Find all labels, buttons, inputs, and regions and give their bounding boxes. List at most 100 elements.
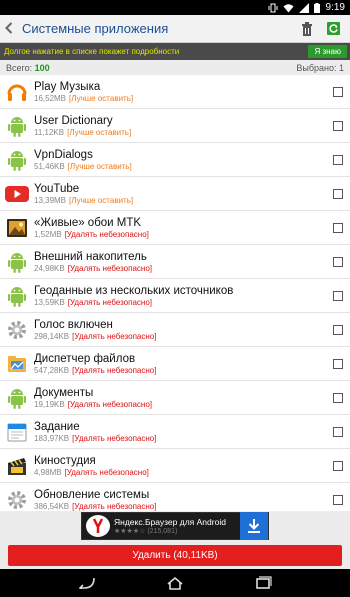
- delete-bar: Удалить (40,11KB): [0, 542, 350, 569]
- play-music-icon: [0, 75, 34, 109]
- app-name: «Живые» обои MTK: [34, 216, 142, 229]
- select-checkbox[interactable]: [333, 392, 343, 403]
- app-advice: [Лучше оставить]: [69, 195, 134, 205]
- app-size: 183,97KB: [34, 433, 70, 443]
- screen: 9:19 Системные приложения Долгое нажатие…: [0, 0, 350, 597]
- select-checkbox[interactable]: [333, 222, 343, 233]
- back-button[interactable]: [0, 21, 18, 37]
- hint-text: Долгое нажатие в списке покажет подробно…: [4, 47, 180, 56]
- android-icon: [0, 109, 34, 143]
- wallpaper-icon: [0, 211, 34, 245]
- nav-back-icon[interactable]: [78, 577, 96, 589]
- app-list: Play Музыка 16,52MB [Лучше оставить] User D…: [0, 75, 350, 517]
- file-manager-icon: [0, 347, 34, 381]
- select-checkbox[interactable]: [333, 154, 343, 165]
- list-item[interactable]: Документы 19,19KB [Удалять небезопасно]: [0, 381, 350, 415]
- app-name: Документы: [34, 386, 94, 399]
- list-item[interactable]: Диспетчер файлов 547,28KB [Удалять небезоп…: [0, 347, 350, 381]
- app-advice: [Удалять небезопасно]: [72, 501, 157, 511]
- select-checkbox[interactable]: [333, 358, 343, 369]
- app-advice: [Удалять небезопасно]: [72, 433, 157, 443]
- ad-rating: ★★★★☆ (215,081): [114, 528, 178, 535]
- app-size: 13,59KB: [34, 297, 65, 307]
- gear-icon: [0, 313, 34, 347]
- dismiss-hint-button[interactable]: Я знаю: [308, 45, 347, 58]
- select-checkbox[interactable]: [333, 494, 343, 505]
- app-size: 13,39MB: [34, 195, 67, 205]
- list-item[interactable]: Геоданные из нескольких источников 13,59K…: [0, 279, 350, 313]
- download-icon[interactable]: [240, 512, 268, 540]
- total-count: Всего: 100: [6, 62, 50, 73]
- hint-banner: Долгое нажатие в списке покажет подробно…: [0, 43, 350, 60]
- calendar-icon: [0, 415, 34, 449]
- list-item[interactable]: User Dictionary 11,12KB [Лучше оставить]: [0, 109, 350, 143]
- app-name: Геоданные из нескольких источников: [34, 284, 234, 297]
- app-name: Play Музыка: [34, 80, 101, 93]
- wifi-icon: [283, 3, 294, 12]
- battery-icon: [313, 2, 320, 13]
- select-checkbox[interactable]: [333, 460, 343, 471]
- list-item[interactable]: Киностудия 4,98MB [Удалять небезопасно]: [0, 449, 350, 483]
- vibrate-icon: [268, 3, 278, 12]
- ad-title: Яндекс.Браузер для Android: [114, 517, 226, 527]
- app-size: 298,14KB: [34, 331, 70, 341]
- app-name: User Dictionary: [34, 114, 113, 127]
- delete-button[interactable]: Удалить (40,11KB): [8, 545, 342, 566]
- select-checkbox[interactable]: [333, 426, 343, 437]
- app-size: 386,54KB: [34, 501, 70, 511]
- selected-count: Выбрано: 1: [296, 62, 344, 73]
- app-name: Внешний накопитель: [34, 250, 147, 263]
- list-item[interactable]: Внешний накопитель 24,98KB [Удалять небезо…: [0, 245, 350, 279]
- android-icon: [0, 381, 34, 415]
- select-checkbox[interactable]: [333, 120, 343, 131]
- ad-banner[interactable]: Яндекс.Браузер для Android ★★★★☆ (215,08…: [81, 512, 269, 540]
- app-advice: [Удалять небезопасно]: [64, 467, 149, 477]
- android-icon: [0, 279, 34, 313]
- nav-recents-icon[interactable]: [254, 576, 272, 590]
- list-item[interactable]: Play Музыка 16,52MB [Лучше оставить]: [0, 75, 350, 109]
- list-item[interactable]: «Живые» обои MTK 1,52MB [Удалять небезопас…: [0, 211, 350, 245]
- status-bar: 9:19: [0, 0, 350, 15]
- select-checkbox[interactable]: [333, 86, 343, 97]
- list-item[interactable]: YouTube 13,39MB [Лучше оставить]: [0, 177, 350, 211]
- app-size: 16,52MB: [34, 93, 67, 103]
- status-time: 9:19: [325, 2, 345, 13]
- app-size: 547,28KB: [34, 365, 70, 375]
- list-item[interactable]: Голос включен 298,14KB [Удалять небезопасн…: [0, 313, 350, 347]
- select-checkbox[interactable]: [333, 188, 343, 199]
- app-advice: [Лучше оставить]: [69, 93, 134, 103]
- count-bar: Всего: 100 Выбрано: 1: [0, 60, 350, 75]
- app-name: VpnDialogs: [34, 148, 93, 161]
- app-advice: [Удалять небезопасно]: [72, 365, 157, 375]
- app-name: Обновление системы: [34, 488, 150, 501]
- android-icon: [0, 143, 34, 177]
- app-advice: [Удалять небезопасно]: [67, 297, 152, 307]
- app-name: Киностудия: [34, 454, 96, 467]
- app-advice: [Удалять небезопасно]: [72, 331, 157, 341]
- android-icon: [0, 245, 34, 279]
- app-size: 51,46KB: [34, 161, 65, 171]
- film-icon: [0, 449, 34, 483]
- app-name: YouTube: [34, 182, 80, 195]
- app-advice: [Лучше оставить]: [67, 127, 132, 137]
- list-item[interactable]: Задание 183,97KB [Удалять небезопасно]: [0, 415, 350, 449]
- app-advice: [Лучше оставить]: [67, 161, 132, 171]
- trash-icon[interactable]: [301, 21, 313, 36]
- list-item[interactable]: VpnDialogs 51,46KB [Лучше оставить]: [0, 143, 350, 177]
- app-advice: [Удалять небезопасно]: [67, 263, 152, 273]
- chevron-left-icon: [5, 21, 13, 34]
- select-checkbox[interactable]: [333, 324, 343, 335]
- nav-home-icon[interactable]: [166, 576, 184, 590]
- ad-banner-area: Яндекс.Браузер для Android ★★★★☆ (215,08…: [0, 511, 350, 541]
- app-name: Диспетчер файлов: [34, 352, 136, 365]
- yandex-logo-icon: [86, 515, 110, 537]
- youtube-icon: [0, 177, 34, 211]
- refresh-icon[interactable]: [327, 22, 340, 35]
- page-title: Системные приложения: [22, 21, 169, 36]
- select-checkbox[interactable]: [333, 290, 343, 301]
- select-checkbox[interactable]: [333, 256, 343, 267]
- app-name: Голос включен: [34, 318, 113, 331]
- app-size: 24,98KB: [34, 263, 65, 273]
- navigation-bar: [0, 569, 350, 597]
- app-size: 11,12KB: [34, 127, 65, 137]
